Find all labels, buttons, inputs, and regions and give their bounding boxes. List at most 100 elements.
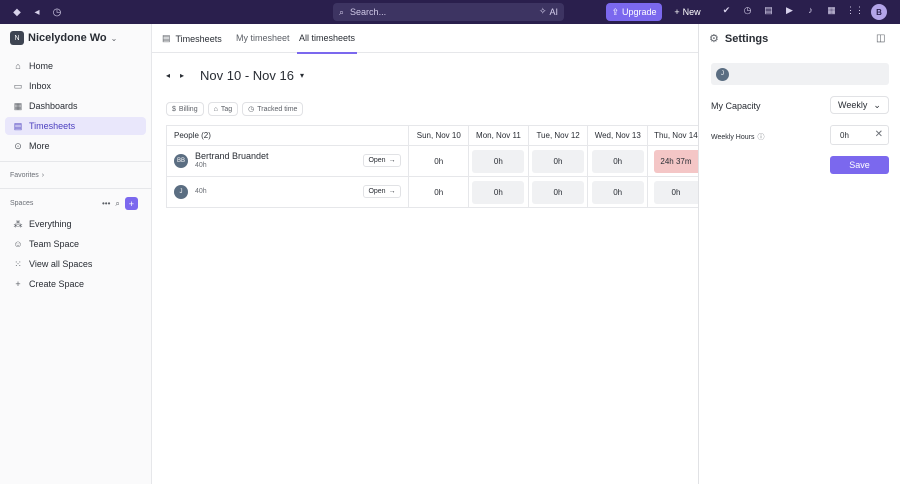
prev-week-icon[interactable]: ◂ bbox=[166, 71, 170, 80]
hours-value[interactable]: 0h bbox=[434, 188, 443, 197]
upgrade-button[interactable]: ⇪ Upgrade bbox=[606, 3, 662, 21]
sidebar-item-inbox[interactable]: ▭ Inbox bbox=[5, 77, 146, 95]
plus-icon: + bbox=[15, 279, 21, 289]
back-icon[interactable]: ◂ bbox=[32, 7, 42, 18]
more-dots-icon[interactable]: ••• bbox=[102, 199, 110, 208]
sidebar-item-label: Home bbox=[29, 61, 54, 71]
clock-icon[interactable]: ◷ bbox=[741, 5, 754, 16]
ai-icon: ✧ bbox=[538, 6, 547, 16]
favorites-header[interactable]: Favorites › bbox=[0, 168, 151, 182]
logo-icon[interactable]: ◆ bbox=[12, 7, 22, 18]
filter-label: Tracked time bbox=[257, 105, 298, 113]
sidebar-item-label: Timesheets bbox=[29, 121, 76, 131]
tree-item-everything[interactable]: ⁂ Everything bbox=[5, 215, 146, 233]
open-label: Open bbox=[368, 188, 386, 195]
new-button[interactable]: + New bbox=[668, 3, 707, 21]
person-capacity: 40h bbox=[195, 188, 207, 195]
arrow-right-icon: → bbox=[388, 157, 396, 164]
person-cell: J 40h Open → bbox=[167, 177, 410, 207]
search-icon[interactable]: ⌕ bbox=[115, 199, 119, 209]
hours-value[interactable]: 24h 37m bbox=[653, 149, 698, 173]
hours-value[interactable]: 0h bbox=[434, 157, 443, 166]
spaces-label: Spaces bbox=[10, 199, 34, 207]
top-bar: ◆ ◂ ◷ ⌕ Search... ✧ AI ⇪ Upgrade + New ✔ … bbox=[0, 0, 900, 24]
timesheets-icon: ▤ bbox=[162, 33, 171, 43]
tab-all-timesheets[interactable]: All timesheets bbox=[299, 33, 355, 43]
sidebar-item-label: Inbox bbox=[29, 81, 52, 91]
open-button[interactable]: Open → bbox=[363, 185, 401, 198]
day-cell: 0h bbox=[648, 177, 698, 207]
hours-value[interactable]: 0h bbox=[653, 180, 698, 204]
hours-value[interactable]: 0h bbox=[472, 180, 525, 204]
weekly-hours-input[interactable]: 0h ✕ bbox=[830, 125, 889, 145]
settings-title: Settings bbox=[724, 32, 769, 45]
clock-icon: ◷ bbox=[248, 106, 255, 113]
day-header: Thu, Nov 14 bbox=[654, 131, 698, 140]
filter-billing[interactable]: $ Billing bbox=[166, 102, 204, 116]
filter-tag[interactable]: ⌂ Tag bbox=[207, 102, 239, 116]
info-icon[interactable]: ⓘ bbox=[757, 132, 764, 142]
bell-icon[interactable]: ♪ bbox=[804, 5, 817, 16]
page-title-text: Timesheets bbox=[175, 33, 222, 44]
ai-button[interactable]: ✧ AI bbox=[539, 6, 558, 17]
chevron-down-icon[interactable]: ▾ bbox=[300, 71, 304, 80]
sidebar-item-timesheets[interactable]: ▤ Timesheets bbox=[5, 117, 146, 135]
people-header: People (2) bbox=[167, 126, 410, 145]
user-selector[interactable]: J bbox=[711, 63, 889, 85]
inbox-icon: ▭ bbox=[13, 80, 23, 91]
day-cell: 0h bbox=[469, 146, 529, 176]
sidebar-item-more[interactable]: ⊙ More bbox=[5, 137, 146, 155]
hours-value[interactable]: 0h bbox=[472, 149, 525, 173]
person-cell: BB Bertrand Bruandet 40h Open → bbox=[167, 146, 410, 176]
next-week-icon[interactable]: ▸ bbox=[180, 71, 184, 80]
spaces-header: Spaces ••• ⌕ + bbox=[0, 195, 151, 211]
avatar: J bbox=[716, 67, 729, 81]
filter-label: Tag bbox=[220, 105, 233, 113]
sidebar-item-home[interactable]: ⌂ Home bbox=[5, 57, 146, 75]
hours-value[interactable]: 0h bbox=[591, 149, 644, 173]
table-row: BB Bertrand Bruandet 40h Open → 0h 0h 0h … bbox=[167, 146, 698, 177]
hours-value[interactable]: 0h bbox=[532, 180, 584, 204]
clear-icon[interactable]: ✕ bbox=[875, 129, 883, 140]
page-title: ▤ Timesheets bbox=[162, 33, 222, 44]
search-placeholder: Search... bbox=[350, 7, 387, 17]
date-range[interactable]: Nov 10 - Nov 16 bbox=[200, 68, 294, 83]
add-space-button[interactable]: + bbox=[124, 197, 138, 210]
avatar: BB bbox=[174, 154, 188, 168]
day-header: Wed, Nov 13 bbox=[588, 126, 649, 145]
workspace-name: Nicelydone Wo bbox=[28, 32, 107, 44]
tree-item-label: Team Space bbox=[29, 239, 80, 249]
doc-icon[interactable]: ▤ bbox=[762, 5, 775, 16]
hours-value[interactable]: 0h bbox=[591, 180, 644, 204]
chevron-down-icon: ⌄ bbox=[110, 33, 118, 43]
avatar: J bbox=[174, 185, 188, 199]
day-cell: 0h bbox=[409, 146, 470, 176]
tree-item-view-all-spaces[interactable]: ⁙ View all Spaces bbox=[5, 255, 146, 273]
collapse-panel-icon[interactable]: ◫ bbox=[876, 33, 885, 44]
workspace-badge: N bbox=[10, 31, 24, 45]
hours-value[interactable]: 0h bbox=[532, 149, 584, 173]
save-button[interactable]: Save bbox=[830, 156, 889, 174]
timer-icon[interactable]: ◷ bbox=[52, 7, 62, 18]
period-select[interactable]: Weekly ⌄ bbox=[830, 96, 889, 114]
tree-item-create-space[interactable]: + Create Space bbox=[5, 275, 146, 293]
user-avatar[interactable]: B bbox=[871, 4, 887, 20]
open-button[interactable]: Open → bbox=[363, 154, 401, 167]
sidebar-item-dashboards[interactable]: ▦ Dashboards bbox=[5, 97, 146, 115]
person-name: Bertrand Bruandet bbox=[195, 151, 269, 161]
favorites-label: Favorites bbox=[10, 171, 39, 179]
period-value: Weekly bbox=[838, 100, 868, 110]
calendar-icon[interactable]: ▦ bbox=[825, 5, 838, 16]
person-capacity: 40h bbox=[195, 162, 207, 169]
check-icon[interactable]: ✔ bbox=[720, 5, 733, 16]
apps-icon[interactable]: ⋮⋮ bbox=[846, 5, 864, 16]
search-bar[interactable]: ⌕ Search... ✧ AI bbox=[333, 3, 564, 21]
chevron-down-icon: ⌄ bbox=[873, 99, 881, 110]
tab-my-timesheet[interactable]: My timesheet bbox=[236, 33, 290, 43]
workspace-switcher[interactable]: N Nicelydone Wo ⌄ bbox=[0, 24, 151, 52]
ai-label: AI bbox=[549, 6, 558, 17]
tree-item-team-space[interactable]: ☺ Team Space bbox=[5, 235, 146, 253]
video-icon[interactable]: ▶ bbox=[783, 5, 796, 16]
weekly-hours-text: Weekly Hours bbox=[711, 133, 755, 141]
filter-tracked-time[interactable]: ◷ Tracked time bbox=[242, 102, 304, 116]
